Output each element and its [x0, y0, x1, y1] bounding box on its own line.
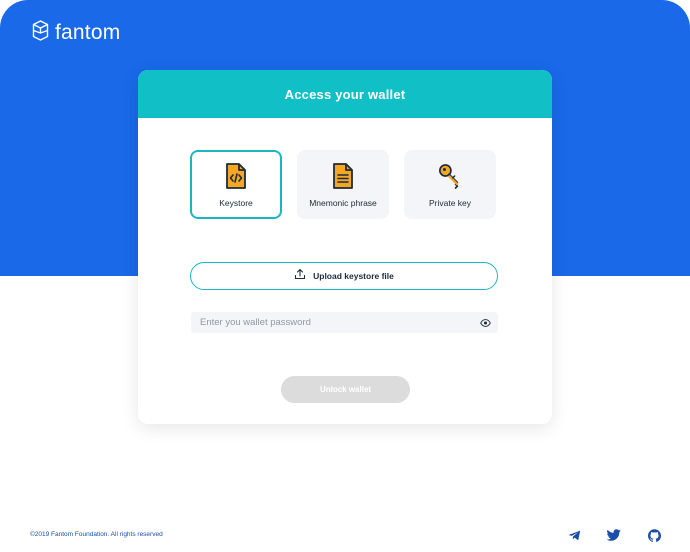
unlock-wallet-button[interactable]: Unlock wallet [281, 376, 410, 403]
brand-name: fantom [55, 21, 121, 44]
unlock-wallet-label: Unlock wallet [319, 385, 372, 394]
key-icon [438, 161, 462, 191]
document-icon [331, 161, 355, 191]
fantom-logo-icon [32, 20, 49, 46]
twitter-icon[interactable] [607, 528, 621, 542]
access-wallet-card: Access your wallet Keystore Mnemonic phr… [138, 70, 552, 424]
access-options: Keystore Mnemonic phrase Private key [190, 150, 496, 219]
wallet-password-input[interactable] [191, 317, 478, 328]
upload-keystore-label: Upload keystore file [313, 271, 394, 281]
eye-icon[interactable] [478, 318, 492, 328]
option-keystore[interactable]: Keystore [190, 150, 282, 219]
upload-keystore-button[interactable]: Upload keystore file [190, 262, 498, 290]
option-label: Private key [428, 198, 472, 208]
footer-copyright: ©2019 Fantom Foundation. All rights rese… [30, 531, 163, 538]
option-label: Mnemonic phrase [309, 198, 377, 208]
keystore-file-icon [224, 161, 248, 191]
page: fantom Access your wallet Keystore Mnemo… [0, 0, 690, 552]
telegram-icon[interactable] [567, 528, 581, 542]
option-mnemonic-phrase[interactable]: Mnemonic phrase [297, 150, 389, 219]
github-icon[interactable] [647, 528, 661, 542]
card-title: Access your wallet [284, 86, 406, 102]
logo[interactable]: fantom [32, 20, 120, 46]
card-header: Access your wallet [138, 70, 552, 118]
option-private-key[interactable]: Private key [404, 150, 496, 219]
password-field [191, 312, 498, 333]
upload-icon [294, 267, 306, 285]
option-label: Keystore [219, 198, 253, 208]
